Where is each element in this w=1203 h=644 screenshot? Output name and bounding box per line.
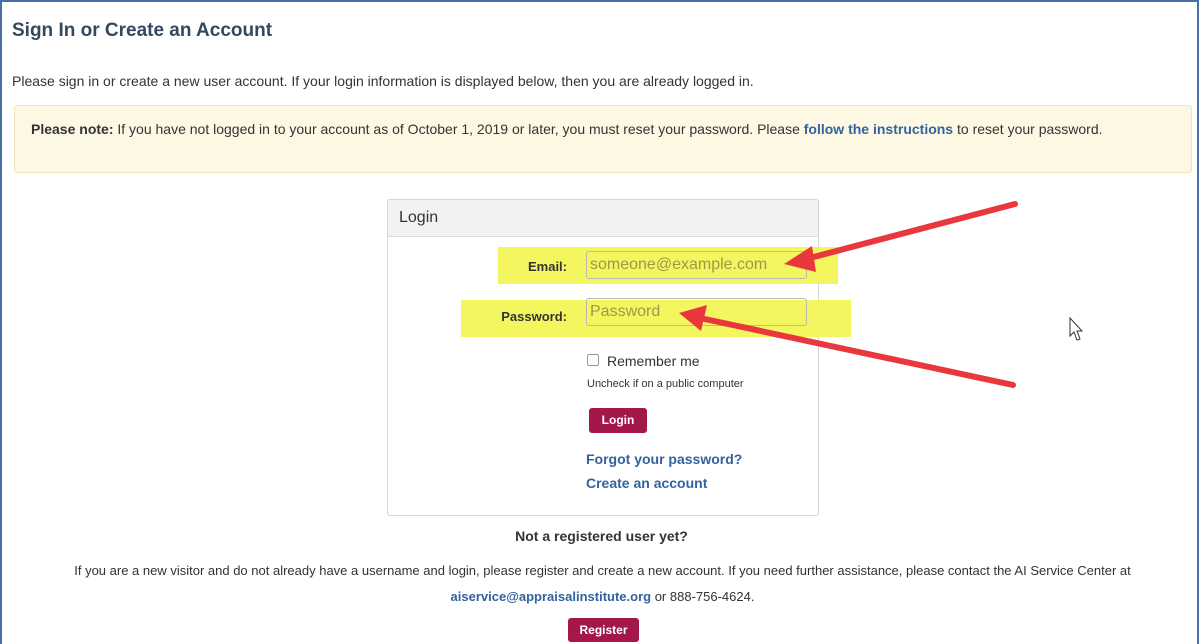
notice-box: Please note: If you have not logged in t…	[14, 105, 1192, 173]
remember-me-hint: Uncheck if on a public computer	[587, 378, 744, 390]
password-field[interactable]	[586, 298, 807, 326]
email-label: Email:	[527, 259, 567, 274]
notice-text-before: If you have not logged in to your accoun…	[113, 121, 804, 137]
register-text-after: or 888-756-4624.	[651, 589, 755, 604]
email-field[interactable]	[586, 251, 807, 279]
register-button[interactable]: Register	[568, 618, 639, 642]
login-button[interactable]: Login	[589, 408, 647, 433]
page-title: Sign In or Create an Account	[12, 20, 273, 41]
forgot-password-link[interactable]: Forgot your password?	[586, 451, 742, 467]
register-heading: Not a registered user yet?	[515, 528, 688, 544]
follow-instructions-link[interactable]: follow the instructions	[804, 121, 953, 137]
create-account-link[interactable]: Create an account	[586, 475, 707, 491]
login-panel-heading: Login	[388, 200, 818, 237]
remember-me-checkbox[interactable]	[587, 354, 599, 366]
service-email-link[interactable]: aiservice@appraisalinstitute.org	[451, 589, 652, 604]
remember-me-label[interactable]: Remember me	[607, 353, 700, 369]
register-info: If you are a new visitor and do not alre…	[10, 558, 1195, 610]
notice-text-after: to reset your password.	[953, 121, 1103, 137]
register-text-before: If you are a new visitor and do not alre…	[74, 563, 1131, 578]
intro-text: Please sign in or create a new user acco…	[12, 73, 754, 89]
notice-prefix: Please note:	[31, 121, 114, 137]
password-label: Password:	[501, 309, 567, 324]
